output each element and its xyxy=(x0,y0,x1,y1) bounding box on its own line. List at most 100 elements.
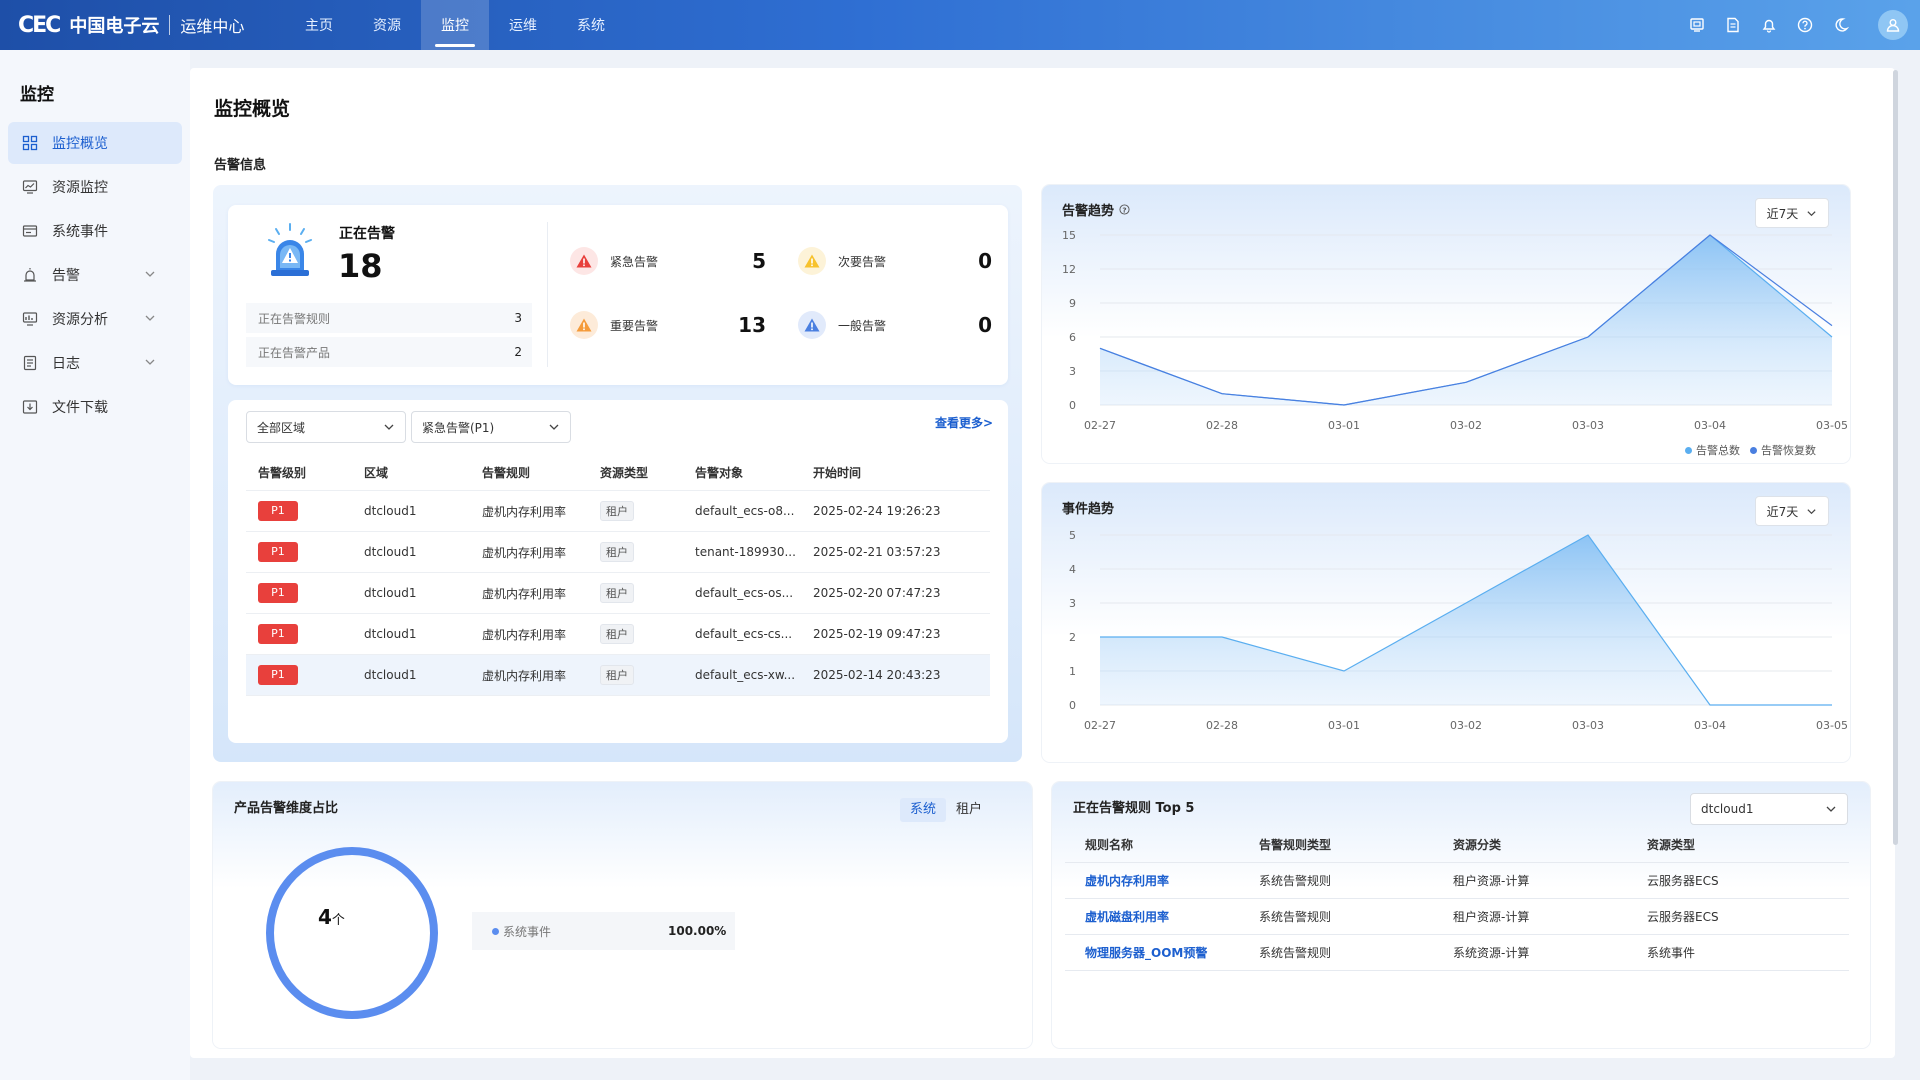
severity-normal[interactable]: 一般告警 xyxy=(798,311,886,339)
sidebar-item-alarm[interactable]: 告警 xyxy=(8,254,182,296)
level-select[interactable]: 紧急告警(P1) xyxy=(411,411,571,443)
nav-ops[interactable]: 运维 xyxy=(489,0,557,50)
type-tag: 租户 xyxy=(600,501,634,521)
view-more-link[interactable]: 查看更多> xyxy=(935,414,993,431)
cell-time: 2025-02-24 19:26:23 xyxy=(813,504,941,518)
header-rule: 告警规则 xyxy=(482,466,531,480)
legend-item-total[interactable]: 告警总数 xyxy=(1685,442,1740,458)
tab-tenant[interactable]: 租户 xyxy=(946,798,992,822)
warning-triangle-icon xyxy=(798,247,826,275)
sidebar-item-label: 监控概览 xyxy=(52,136,108,152)
help-icon[interactable] xyxy=(1796,16,1814,34)
y-tick-label: 12 xyxy=(1062,263,1076,276)
top-rules-region-value: dtcloud1 xyxy=(1701,802,1754,816)
nav-monitor[interactable]: 监控 xyxy=(421,0,489,50)
logo-divider xyxy=(169,15,171,35)
header-resource-type: 资源类型 xyxy=(1647,838,1696,852)
sidebar-menu: 监控概览 资源监控 系统事件 告警 资源分析 日志 文件下载 xyxy=(8,122,182,430)
severity-major[interactable]: 重要告警 xyxy=(570,311,658,339)
severity-minor-value: 0 xyxy=(978,249,992,273)
x-tick-label: 03-01 xyxy=(1328,419,1360,432)
table-row: 虚机内存利用率 系统告警规则 租户资源-计算 云服务器ECS xyxy=(1065,863,1849,899)
severity-label: 一般告警 xyxy=(838,318,887,333)
x-tick-label: 02-27 xyxy=(1084,719,1116,732)
logo[interactable]: CEC 中国电子云 运维中心 xyxy=(18,0,244,50)
table-row[interactable]: P1 dtcloud1 虚机内存利用率 租户 default_ecs-xw...… xyxy=(246,655,990,696)
header-type: 资源类型 xyxy=(600,466,649,480)
cell-resource-type: 云服务器ECS xyxy=(1647,874,1719,888)
active-products-label: 正在告警产品 xyxy=(258,345,331,360)
table-row[interactable]: P1 dtcloud1 虚机内存利用率 租户 default_ecs-os...… xyxy=(246,573,990,614)
severity-label: 重要告警 xyxy=(610,318,659,333)
region-select-value: 全部区域 xyxy=(257,420,306,435)
product-name: 运维中心 xyxy=(180,17,245,36)
event-icon xyxy=(22,225,38,237)
rule-name-link[interactable]: 物理服务器_OOM预警 xyxy=(1065,944,1259,961)
tab-system[interactable]: 系统 xyxy=(900,798,947,822)
donut-total-unit: 个 xyxy=(331,913,345,928)
sidebar-item-system-events[interactable]: 系统事件 xyxy=(8,210,182,252)
sidebar-item-file-download[interactable]: 文件下载 xyxy=(8,386,182,428)
severity-minor[interactable]: 次要告警 xyxy=(798,247,886,275)
table-row[interactable]: P1 dtcloud1 虚机内存利用率 租户 default_ecs-o8...… xyxy=(246,491,990,532)
legend-label: 告警恢复数 xyxy=(1761,444,1816,457)
top-rules-region-select[interactable]: dtcloud1 xyxy=(1690,793,1848,825)
sidebar-item-overview[interactable]: 监控概览 xyxy=(8,122,182,164)
type-tag: 租户 xyxy=(600,624,634,644)
cell-category: 租户资源-计算 xyxy=(1453,910,1530,924)
nav-system[interactable]: 系统 xyxy=(557,0,625,50)
active-rules-value: 3 xyxy=(514,311,522,325)
region-select[interactable]: 全部区域 xyxy=(246,411,406,443)
sidebar-item-resource-analysis[interactable]: 资源分析 xyxy=(8,298,182,340)
type-tag: 租户 xyxy=(600,665,634,685)
sidebar-item-logs[interactable]: 日志 xyxy=(8,342,182,384)
x-tick-label: 03-01 xyxy=(1328,719,1360,732)
alarm-trend-range-value: 近7天 xyxy=(1766,206,1799,221)
nav-home[interactable]: 主页 xyxy=(285,0,353,50)
bell-icon[interactable] xyxy=(1760,16,1778,34)
scrollbar[interactable] xyxy=(1893,70,1898,845)
level-badge: P1 xyxy=(258,542,298,562)
x-tick-label: 03-05 xyxy=(1816,419,1848,432)
cell-time: 2025-02-14 20:43:23 xyxy=(813,668,941,682)
x-tick-label: 02-28 xyxy=(1206,419,1238,432)
sidebar-title: 监控 xyxy=(20,85,54,105)
event-trend-range-select[interactable]: 近7天 xyxy=(1755,496,1829,526)
severity-major-value: 13 xyxy=(738,313,766,337)
download-icon xyxy=(22,400,38,414)
section-title-alarm: 告警信息 xyxy=(214,158,267,173)
table-row[interactable]: P1 dtcloud1 虚机内存利用率 租户 tenant-189930... … xyxy=(246,532,990,573)
analysis-icon xyxy=(22,312,38,326)
y-tick-label: 1 xyxy=(1069,665,1076,678)
rule-name-link[interactable]: 虚机内存利用率 xyxy=(1065,872,1259,889)
moon-icon[interactable] xyxy=(1832,16,1850,34)
table-header: 告警级别 区域 告警规则 资源类型 告警对象 开始时间 xyxy=(246,455,990,491)
sidebar-item-label: 资源监控 xyxy=(52,180,108,196)
legend-item-recovered[interactable]: 告警恢复数 xyxy=(1750,442,1816,458)
x-tick-label: 03-02 xyxy=(1450,719,1482,732)
user-avatar[interactable] xyxy=(1878,10,1908,40)
x-tick-label: 03-03 xyxy=(1572,719,1604,732)
y-tick-label: 15 xyxy=(1062,229,1076,242)
cell-rule-type: 系统告警规则 xyxy=(1259,874,1332,888)
log-icon xyxy=(23,355,37,371)
cell-category: 系统资源-计算 xyxy=(1453,946,1530,960)
ratio-legend-label: 系统事件 xyxy=(503,924,552,939)
rule-name-link[interactable]: 虚机磁盘利用率 xyxy=(1065,908,1259,925)
alarm-trend-legend: 告警总数 告警恢复数 xyxy=(1685,442,1816,458)
cell-rule: 虚机内存利用率 xyxy=(482,504,567,519)
alarm-siren-icon xyxy=(268,223,312,276)
screen-icon[interactable] xyxy=(1688,16,1706,34)
cell-region: dtcloud1 xyxy=(364,545,417,559)
alarm-trend-range-select[interactable]: 近7天 xyxy=(1755,198,1829,228)
document-icon[interactable] xyxy=(1724,16,1742,34)
severity-critical[interactable]: 紧急告警 xyxy=(570,247,658,275)
cell-rule: 虚机内存利用率 xyxy=(482,627,567,642)
warning-triangle-icon xyxy=(798,311,826,339)
table-row: 虚机磁盘利用率 系统告警规则 租户资源-计算 云服务器ECS xyxy=(1065,899,1849,935)
table-row[interactable]: P1 dtcloud1 虚机内存利用率 租户 default_ecs-cs...… xyxy=(246,614,990,655)
sidebar-item-resource-monitor[interactable]: 资源监控 xyxy=(8,166,182,208)
severity-critical-value: 5 xyxy=(752,249,766,273)
nav-resources[interactable]: 资源 xyxy=(353,0,421,50)
info-icon[interactable]: ? xyxy=(1119,204,1130,215)
